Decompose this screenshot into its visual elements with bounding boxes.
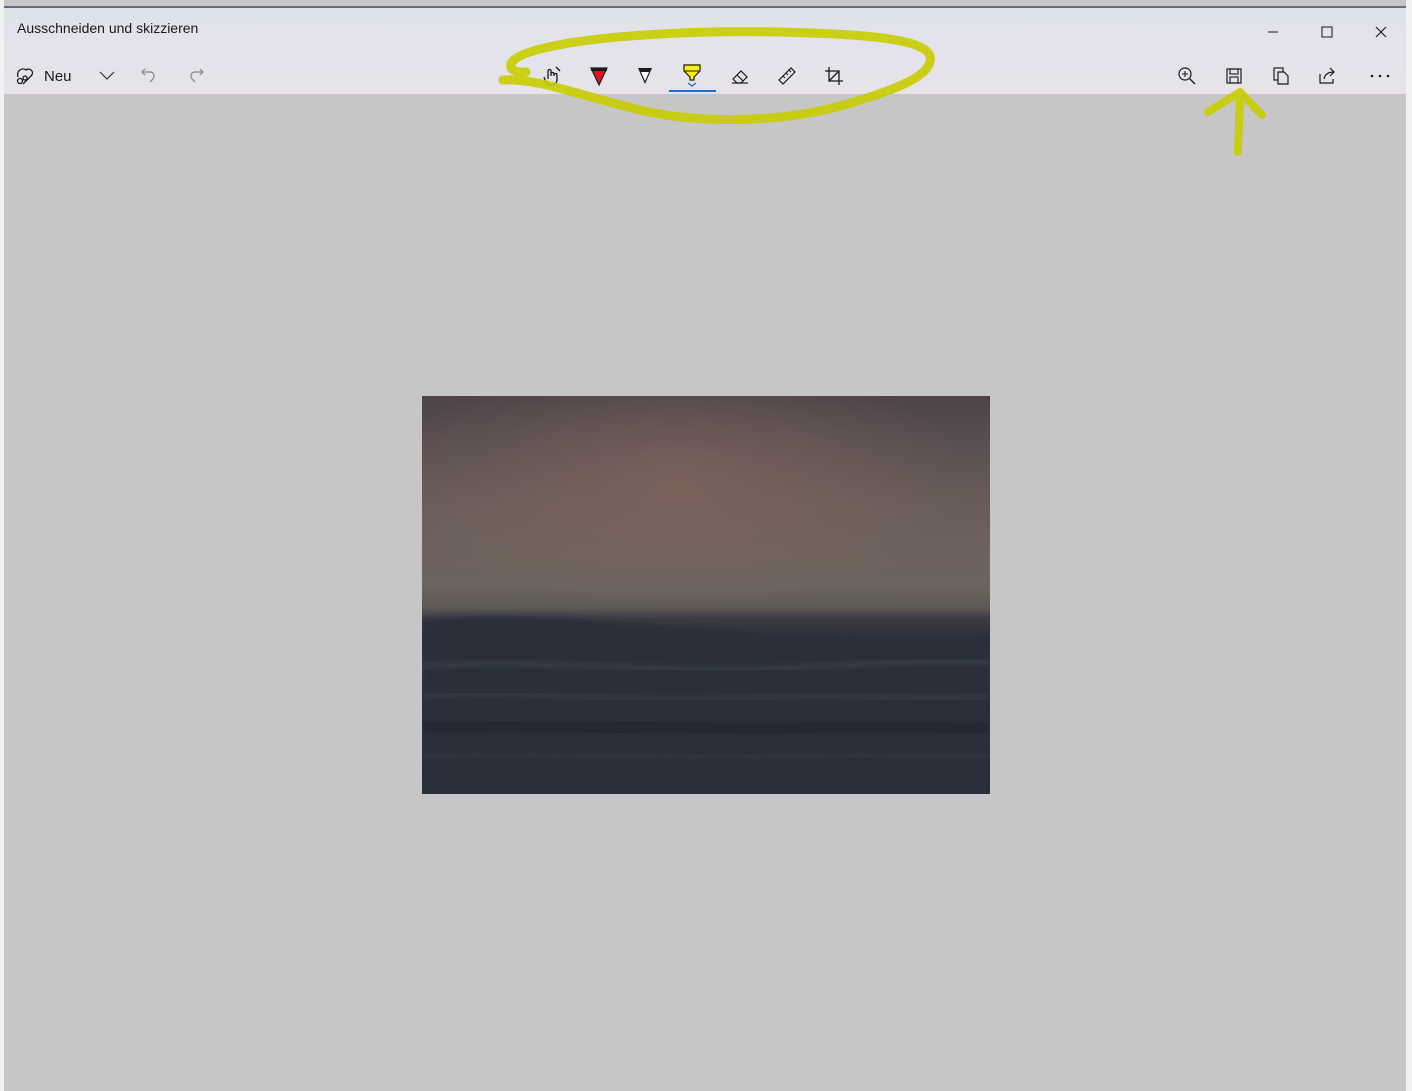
share-button[interactable] bbox=[1307, 56, 1347, 96]
pen-icon bbox=[590, 67, 608, 87]
close-button[interactable] bbox=[1358, 16, 1404, 48]
eraser-button[interactable] bbox=[720, 56, 760, 96]
title-and-toolbar: Ausschneiden und skizzieren Neu bbox=[4, 8, 1406, 94]
selected-tool-indicator bbox=[669, 90, 716, 92]
pencil-button[interactable] bbox=[625, 56, 665, 96]
crop-button[interactable] bbox=[814, 56, 854, 96]
new-snip-dropdown[interactable] bbox=[87, 56, 127, 96]
ruler-button[interactable] bbox=[767, 56, 807, 96]
new-snip-button[interactable]: Neu bbox=[14, 58, 72, 94]
copy-button[interactable] bbox=[1261, 56, 1301, 96]
close-icon bbox=[1375, 26, 1387, 38]
ballpoint-pen-button[interactable] bbox=[579, 56, 619, 96]
share-icon bbox=[1319, 67, 1335, 84]
ruler-icon bbox=[778, 67, 796, 85]
touch-writing-button[interactable] bbox=[532, 56, 572, 96]
minimize-icon bbox=[1268, 31, 1278, 33]
window-title: Ausschneiden und skizzieren bbox=[17, 20, 199, 36]
more-icon bbox=[1370, 74, 1390, 78]
redo-button[interactable] bbox=[176, 56, 216, 96]
zoom-in-icon bbox=[1178, 67, 1196, 85]
save-button[interactable] bbox=[1214, 56, 1254, 96]
chevron-down-icon bbox=[99, 71, 115, 80]
highlighter-icon bbox=[683, 64, 701, 87]
undo-icon bbox=[141, 68, 155, 83]
minimize-button[interactable] bbox=[1250, 16, 1296, 48]
copy-icon bbox=[1273, 67, 1289, 85]
maximize-icon bbox=[1321, 26, 1333, 38]
more-options-button[interactable] bbox=[1360, 56, 1400, 96]
maximize-button[interactable] bbox=[1304, 16, 1350, 48]
crop-icon bbox=[825, 67, 843, 85]
new-snip-label: Neu bbox=[44, 67, 72, 85]
undo-button[interactable] bbox=[129, 56, 169, 96]
window-edge-right bbox=[1406, 0, 1412, 1091]
eraser-icon bbox=[732, 70, 748, 84]
new-snip-icon bbox=[16, 68, 34, 85]
pencil-icon bbox=[638, 68, 652, 84]
zoom-in-button[interactable] bbox=[1167, 56, 1207, 96]
snip-image bbox=[422, 396, 990, 794]
touch-writing-icon bbox=[543, 66, 561, 86]
save-icon bbox=[1226, 68, 1242, 84]
redo-icon bbox=[190, 68, 204, 83]
